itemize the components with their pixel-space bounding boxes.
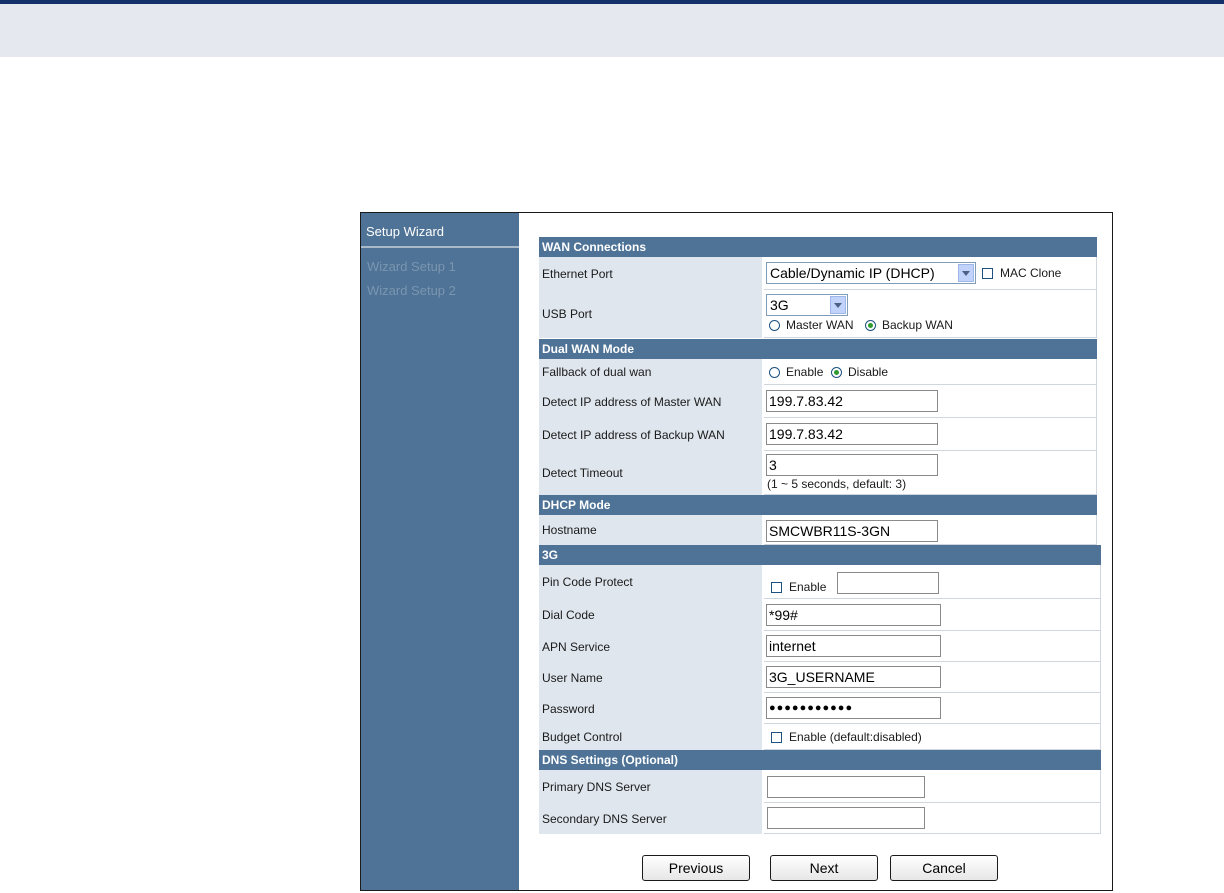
password-value: ●●●●●●●●●●● xyxy=(764,693,1101,724)
mac-clone-checkbox[interactable] xyxy=(982,268,993,279)
row-dial-code: Dial Code *99# xyxy=(539,599,1101,631)
previous-button[interactable]: Previous xyxy=(642,855,750,881)
fallback-enable-radio[interactable] xyxy=(769,367,780,378)
pin-code-input[interactable] xyxy=(837,572,939,594)
ethernet-port-select[interactable]: Cable/Dynamic IP (DHCP) xyxy=(766,262,976,284)
backup-wan-label: Backup WAN xyxy=(882,318,953,332)
pin-enable-checkbox[interactable] xyxy=(771,582,782,593)
budget-control-value: Enable (default:disabled) xyxy=(764,724,1101,750)
row-detect-backup: Detect IP address of Backup WAN 199.7.83… xyxy=(539,418,1097,451)
detect-backup-input[interactable]: 199.7.83.42 xyxy=(766,423,938,445)
sidebar-title: Setup Wizard xyxy=(366,224,445,239)
sidebar-item-wizard-setup-1[interactable]: Wizard Setup 1 xyxy=(367,259,456,274)
row-password: Password ●●●●●●●●●●● xyxy=(539,693,1101,724)
pin-code-value: Enable xyxy=(764,565,1101,599)
detect-master-value: 199.7.83.42 xyxy=(764,385,1097,418)
detect-master-input[interactable]: 199.7.83.42 xyxy=(766,390,938,412)
password-label: Password xyxy=(539,693,763,724)
detect-timeout-hint: (1 ~ 5 seconds, default: 3) xyxy=(767,477,907,491)
row-secondary-dns: Secondary DNS Server xyxy=(539,803,1101,834)
password-input[interactable]: ●●●●●●●●●●● xyxy=(766,697,941,719)
master-wan-radio[interactable] xyxy=(769,320,780,331)
user-name-label: User Name xyxy=(539,662,763,693)
chevron-down-icon xyxy=(958,264,974,282)
pin-enable-label: Enable xyxy=(789,580,827,594)
chevron-down-icon xyxy=(830,296,846,314)
row-detect-master: Detect IP address of Master WAN 199.7.83… xyxy=(539,385,1097,418)
section-dhcp-mode: DHCP Mode xyxy=(539,495,1097,515)
apn-service-value: internet xyxy=(764,631,1101,662)
page-header-band xyxy=(0,4,1224,57)
usb-port-label: USB Port xyxy=(539,290,763,338)
detect-timeout-label: Detect Timeout xyxy=(539,451,763,495)
section-3g: 3G xyxy=(539,545,1101,565)
row-budget-control: Budget Control Enable (default:disabled) xyxy=(539,724,1101,750)
ethernet-port-selected: Cable/Dynamic IP (DHCP) xyxy=(770,265,935,281)
ethernet-port-value: Cable/Dynamic IP (DHCP) MAC Clone xyxy=(764,257,1097,290)
hostname-value: SMCWBR11S-3GN xyxy=(764,515,1097,545)
detect-master-label: Detect IP address of Master WAN xyxy=(539,385,763,418)
detect-timeout-input[interactable]: 3 xyxy=(766,454,938,476)
cancel-button[interactable]: Cancel xyxy=(890,855,998,881)
budget-enable-checkbox[interactable] xyxy=(771,732,782,743)
apn-service-label: APN Service xyxy=(539,631,763,662)
usb-port-select[interactable]: 3G xyxy=(766,294,848,316)
usb-port-value: 3G Master WAN Backup WAN xyxy=(764,290,1097,338)
row-hostname: Hostname SMCWBR11S-3GN xyxy=(539,515,1097,545)
dial-code-input[interactable]: *99# xyxy=(766,604,941,626)
mac-clone-label: MAC Clone xyxy=(1000,266,1062,280)
secondary-dns-value xyxy=(764,803,1101,834)
row-detect-timeout: Detect Timeout 3 (1 ~ 5 seconds, default… xyxy=(539,451,1097,495)
master-wan-label: Master WAN xyxy=(786,318,854,332)
hostname-input[interactable]: SMCWBR11S-3GN xyxy=(766,520,938,542)
apn-service-input[interactable]: internet xyxy=(766,635,941,657)
section-dns-settings: DNS Settings (Optional) xyxy=(539,750,1101,770)
sidebar: Setup Wizard Wizard Setup 1 Wizard Setup… xyxy=(361,213,519,890)
detect-backup-label: Detect IP address of Backup WAN xyxy=(539,418,763,451)
row-pin-code: Pin Code Protect Enable xyxy=(539,565,1101,599)
backup-wan-radio[interactable] xyxy=(865,320,876,331)
setup-wizard-window: Setup Wizard Wizard Setup 1 Wizard Setup… xyxy=(360,212,1113,891)
primary-dns-value xyxy=(764,770,1101,803)
row-fallback: Fallback of dual wan Enable Disable xyxy=(539,359,1097,385)
row-primary-dns: Primary DNS Server xyxy=(539,770,1101,803)
usb-port-selected: 3G xyxy=(770,297,789,313)
budget-enable-label: Enable (default:disabled) xyxy=(789,730,922,744)
row-ethernet-port: Ethernet Port Cable/Dynamic IP (DHCP) MA… xyxy=(539,257,1097,290)
fallback-value: Enable Disable xyxy=(764,359,1097,385)
fallback-disable-radio[interactable] xyxy=(831,367,842,378)
detect-backup-value: 199.7.83.42 xyxy=(764,418,1097,451)
detect-timeout-value: 3 (1 ~ 5 seconds, default: 3) xyxy=(764,451,1097,495)
fallback-label: Fallback of dual wan xyxy=(539,359,763,385)
pin-code-label: Pin Code Protect xyxy=(539,565,763,599)
primary-dns-input[interactable] xyxy=(767,776,925,798)
next-button[interactable]: Next xyxy=(770,855,878,881)
row-apn-service: APN Service internet xyxy=(539,631,1101,662)
row-usb-port: USB Port 3G Master WAN Backup WAN xyxy=(539,290,1097,338)
section-wan-connections: WAN Connections xyxy=(539,237,1097,257)
hostname-label: Hostname xyxy=(539,515,763,545)
section-dual-wan-mode: Dual WAN Mode xyxy=(539,339,1097,359)
sidebar-divider xyxy=(361,246,519,248)
dial-code-value: *99# xyxy=(764,599,1101,631)
user-name-input[interactable]: 3G_USERNAME xyxy=(766,666,941,688)
fallback-disable-label: Disable xyxy=(848,365,889,379)
secondary-dns-label: Secondary DNS Server xyxy=(539,803,763,834)
fallback-enable-label: Enable xyxy=(786,365,824,379)
dial-code-label: Dial Code xyxy=(539,599,763,631)
ethernet-port-label: Ethernet Port xyxy=(539,257,763,290)
budget-control-label: Budget Control xyxy=(539,724,763,750)
secondary-dns-input[interactable] xyxy=(767,807,925,829)
row-user-name: User Name 3G_USERNAME xyxy=(539,662,1101,693)
sidebar-item-wizard-setup-2[interactable]: Wizard Setup 2 xyxy=(367,283,456,298)
primary-dns-label: Primary DNS Server xyxy=(539,770,763,803)
user-name-value: 3G_USERNAME xyxy=(764,662,1101,693)
